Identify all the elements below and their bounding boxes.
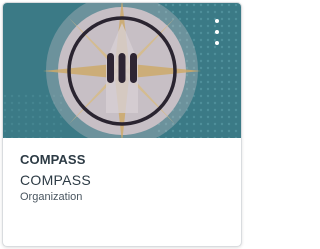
course-term: Organization <box>20 191 83 203</box>
menu-dot <box>215 30 219 34</box>
course-card[interactable]: COMPASS COMPASS Organization <box>2 2 242 247</box>
course-full-name: COMPASS <box>20 172 92 188</box>
course-card-hero[interactable] <box>3 3 241 138</box>
course-card-info: COMPASS COMPASS Organization <box>3 138 241 246</box>
compass-logo <box>3 3 241 138</box>
course-short-name[interactable]: COMPASS <box>20 152 85 167</box>
card-options-menu-icon[interactable] <box>211 19 223 45</box>
menu-dot <box>215 41 219 45</box>
menu-dot <box>215 19 219 23</box>
